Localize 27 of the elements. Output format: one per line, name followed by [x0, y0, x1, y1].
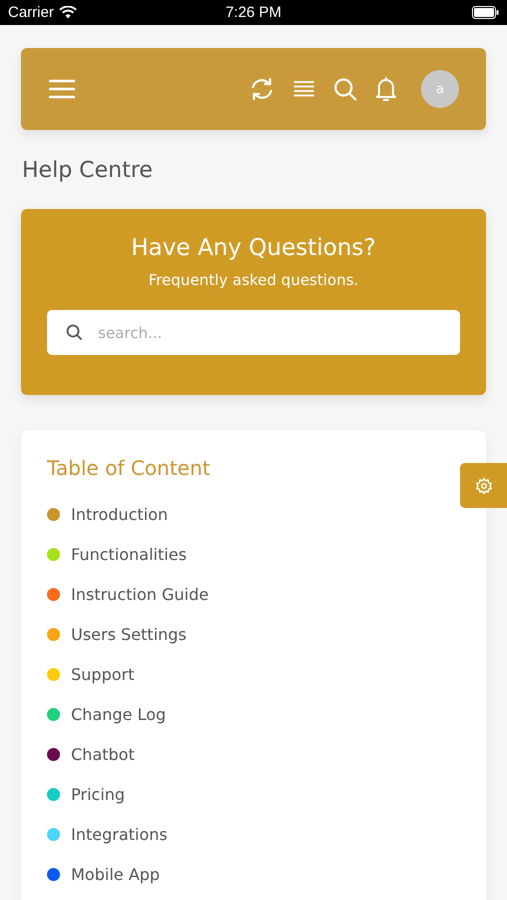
toc-link[interactable]: Introduction [71, 504, 168, 524]
toc-link[interactable]: Users Settings [71, 624, 187, 644]
search-icon [66, 324, 82, 340]
wifi-icon [58, 6, 77, 19]
banner-title: Have Any Questions? [131, 234, 376, 263]
banner-subtitle: Frequently asked questions. [148, 270, 359, 290]
toc-link[interactable]: Chatbot [71, 744, 135, 764]
list-icon[interactable] [293, 80, 315, 98]
toc-title: Table of Content [47, 455, 212, 482]
page-title: Help Centre [22, 157, 154, 185]
battery-icon [472, 6, 499, 19]
menu-icon[interactable] [49, 79, 75, 99]
carrier-label: Carrier [8, 4, 54, 21]
settings-icon [474, 476, 492, 494]
search-field[interactable]: search... [47, 310, 460, 355]
toc-link[interactable]: Pricing [71, 784, 125, 804]
bell-icon[interactable] [375, 76, 397, 102]
status-time: 7:26 PM [224, 4, 282, 21]
toc-link[interactable]: Change Log [71, 704, 166, 724]
settings-button[interactable] [460, 463, 507, 508]
search-icon[interactable] [333, 77, 357, 101]
toc-link[interactable]: Instruction Guide [71, 584, 209, 604]
refresh-icon[interactable] [249, 76, 275, 102]
toc-link[interactable]: Mobile App [71, 864, 160, 884]
toc-link[interactable]: Functionalities [71, 544, 187, 564]
toc-link[interactable]: Support [71, 664, 134, 684]
toc-link[interactable]: Integrations [71, 824, 168, 844]
